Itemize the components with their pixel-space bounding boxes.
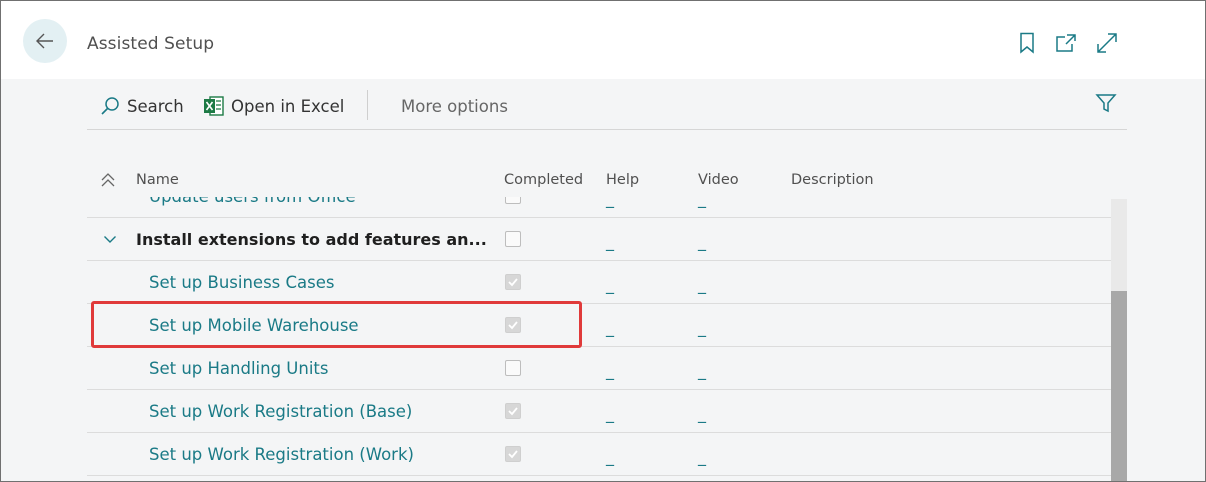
checkmark-icon <box>508 407 518 416</box>
search-button[interactable]: Search <box>99 94 184 118</box>
back-arrow-icon <box>36 33 53 49</box>
expand-icon[interactable] <box>1095 31 1119 55</box>
chevron-down-icon[interactable] <box>103 232 117 246</box>
setup-name-link[interactable]: Set up Business Cases <box>149 273 335 292</box>
setup-name-link[interactable]: Set up Work Registration (Base) <box>149 402 412 421</box>
column-header-completed[interactable]: Completed <box>504 172 583 188</box>
action-separator <box>367 90 368 120</box>
open-in-excel-button[interactable]: Open in Excel <box>203 94 344 118</box>
setup-name-link[interactable]: Update users from Office <box>149 197 356 206</box>
checkmark-icon <box>508 450 518 459</box>
help-link[interactable]: _ <box>606 275 614 294</box>
setup-name-link[interactable]: Set up Handling Units <box>149 359 329 378</box>
filter-icon <box>1095 92 1117 118</box>
table-row[interactable]: Set up Business Cases _ _ <box>87 261 1111 304</box>
excel-icon <box>203 95 225 117</box>
help-link[interactable]: _ <box>606 404 614 423</box>
assisted-setup-page: Assisted Setup Search Open in Excel More… <box>0 0 1206 482</box>
scrollbar-thumb[interactable] <box>1111 291 1127 481</box>
bookmark-icon[interactable] <box>1015 31 1039 55</box>
completed-checkbox <box>505 197 521 204</box>
completed-checkbox <box>505 274 521 290</box>
column-header-description[interactable]: Description <box>791 172 874 188</box>
completed-checkbox <box>505 446 521 462</box>
completed-checkbox <box>505 360 521 376</box>
table-row[interactable]: Set up Work Registration (Work) _ _ <box>87 433 1111 476</box>
video-link[interactable]: _ <box>698 275 706 294</box>
help-link[interactable]: _ <box>606 197 614 208</box>
completed-checkbox <box>505 231 521 247</box>
video-link[interactable]: _ <box>698 318 706 337</box>
setup-name-link[interactable]: Set up Work Registration (Work) <box>149 445 414 464</box>
help-link[interactable]: _ <box>606 447 614 466</box>
open-new-window-icon[interactable] <box>1054 31 1078 55</box>
page-header: Assisted Setup <box>1 1 1205 79</box>
completed-checkbox <box>505 403 521 419</box>
more-options-button[interactable]: More options <box>401 94 508 118</box>
highlight-box <box>91 301 582 348</box>
back-button[interactable] <box>23 19 67 63</box>
search-label: Search <box>127 96 184 116</box>
action-bar: Search Open in Excel More options <box>87 81 1127 130</box>
filter-button[interactable] <box>1095 93 1117 117</box>
video-link[interactable]: _ <box>698 447 706 466</box>
column-header-help[interactable]: Help <box>606 172 639 188</box>
table-row[interactable]: Set up Handling Units _ _ <box>87 347 1111 390</box>
video-link[interactable]: _ <box>698 232 706 251</box>
video-link[interactable]: _ <box>698 404 706 423</box>
search-icon <box>99 95 121 117</box>
help-link[interactable]: _ <box>606 318 614 337</box>
page-title: Assisted Setup <box>87 34 215 54</box>
checkmark-icon <box>508 278 518 287</box>
help-link[interactable]: _ <box>606 361 614 380</box>
table-row[interactable]: Set up Work Registration (Base) _ _ <box>87 390 1111 433</box>
table-row-group[interactable]: Install extensions to add features an...… <box>87 218 1111 261</box>
video-link[interactable]: _ <box>698 197 706 208</box>
more-options-label: More options <box>401 96 508 116</box>
collapse-all-icon[interactable] <box>99 171 117 193</box>
group-name[interactable]: Install extensions to add features an... <box>136 230 487 249</box>
column-header-name[interactable]: Name <box>136 172 179 188</box>
open-in-excel-label: Open in Excel <box>231 96 345 116</box>
table-row[interactable]: Update users from Office _ _ <box>87 197 1111 218</box>
column-header-video[interactable]: Video <box>698 172 739 188</box>
video-link[interactable]: _ <box>698 361 706 380</box>
help-link[interactable]: _ <box>606 232 614 251</box>
